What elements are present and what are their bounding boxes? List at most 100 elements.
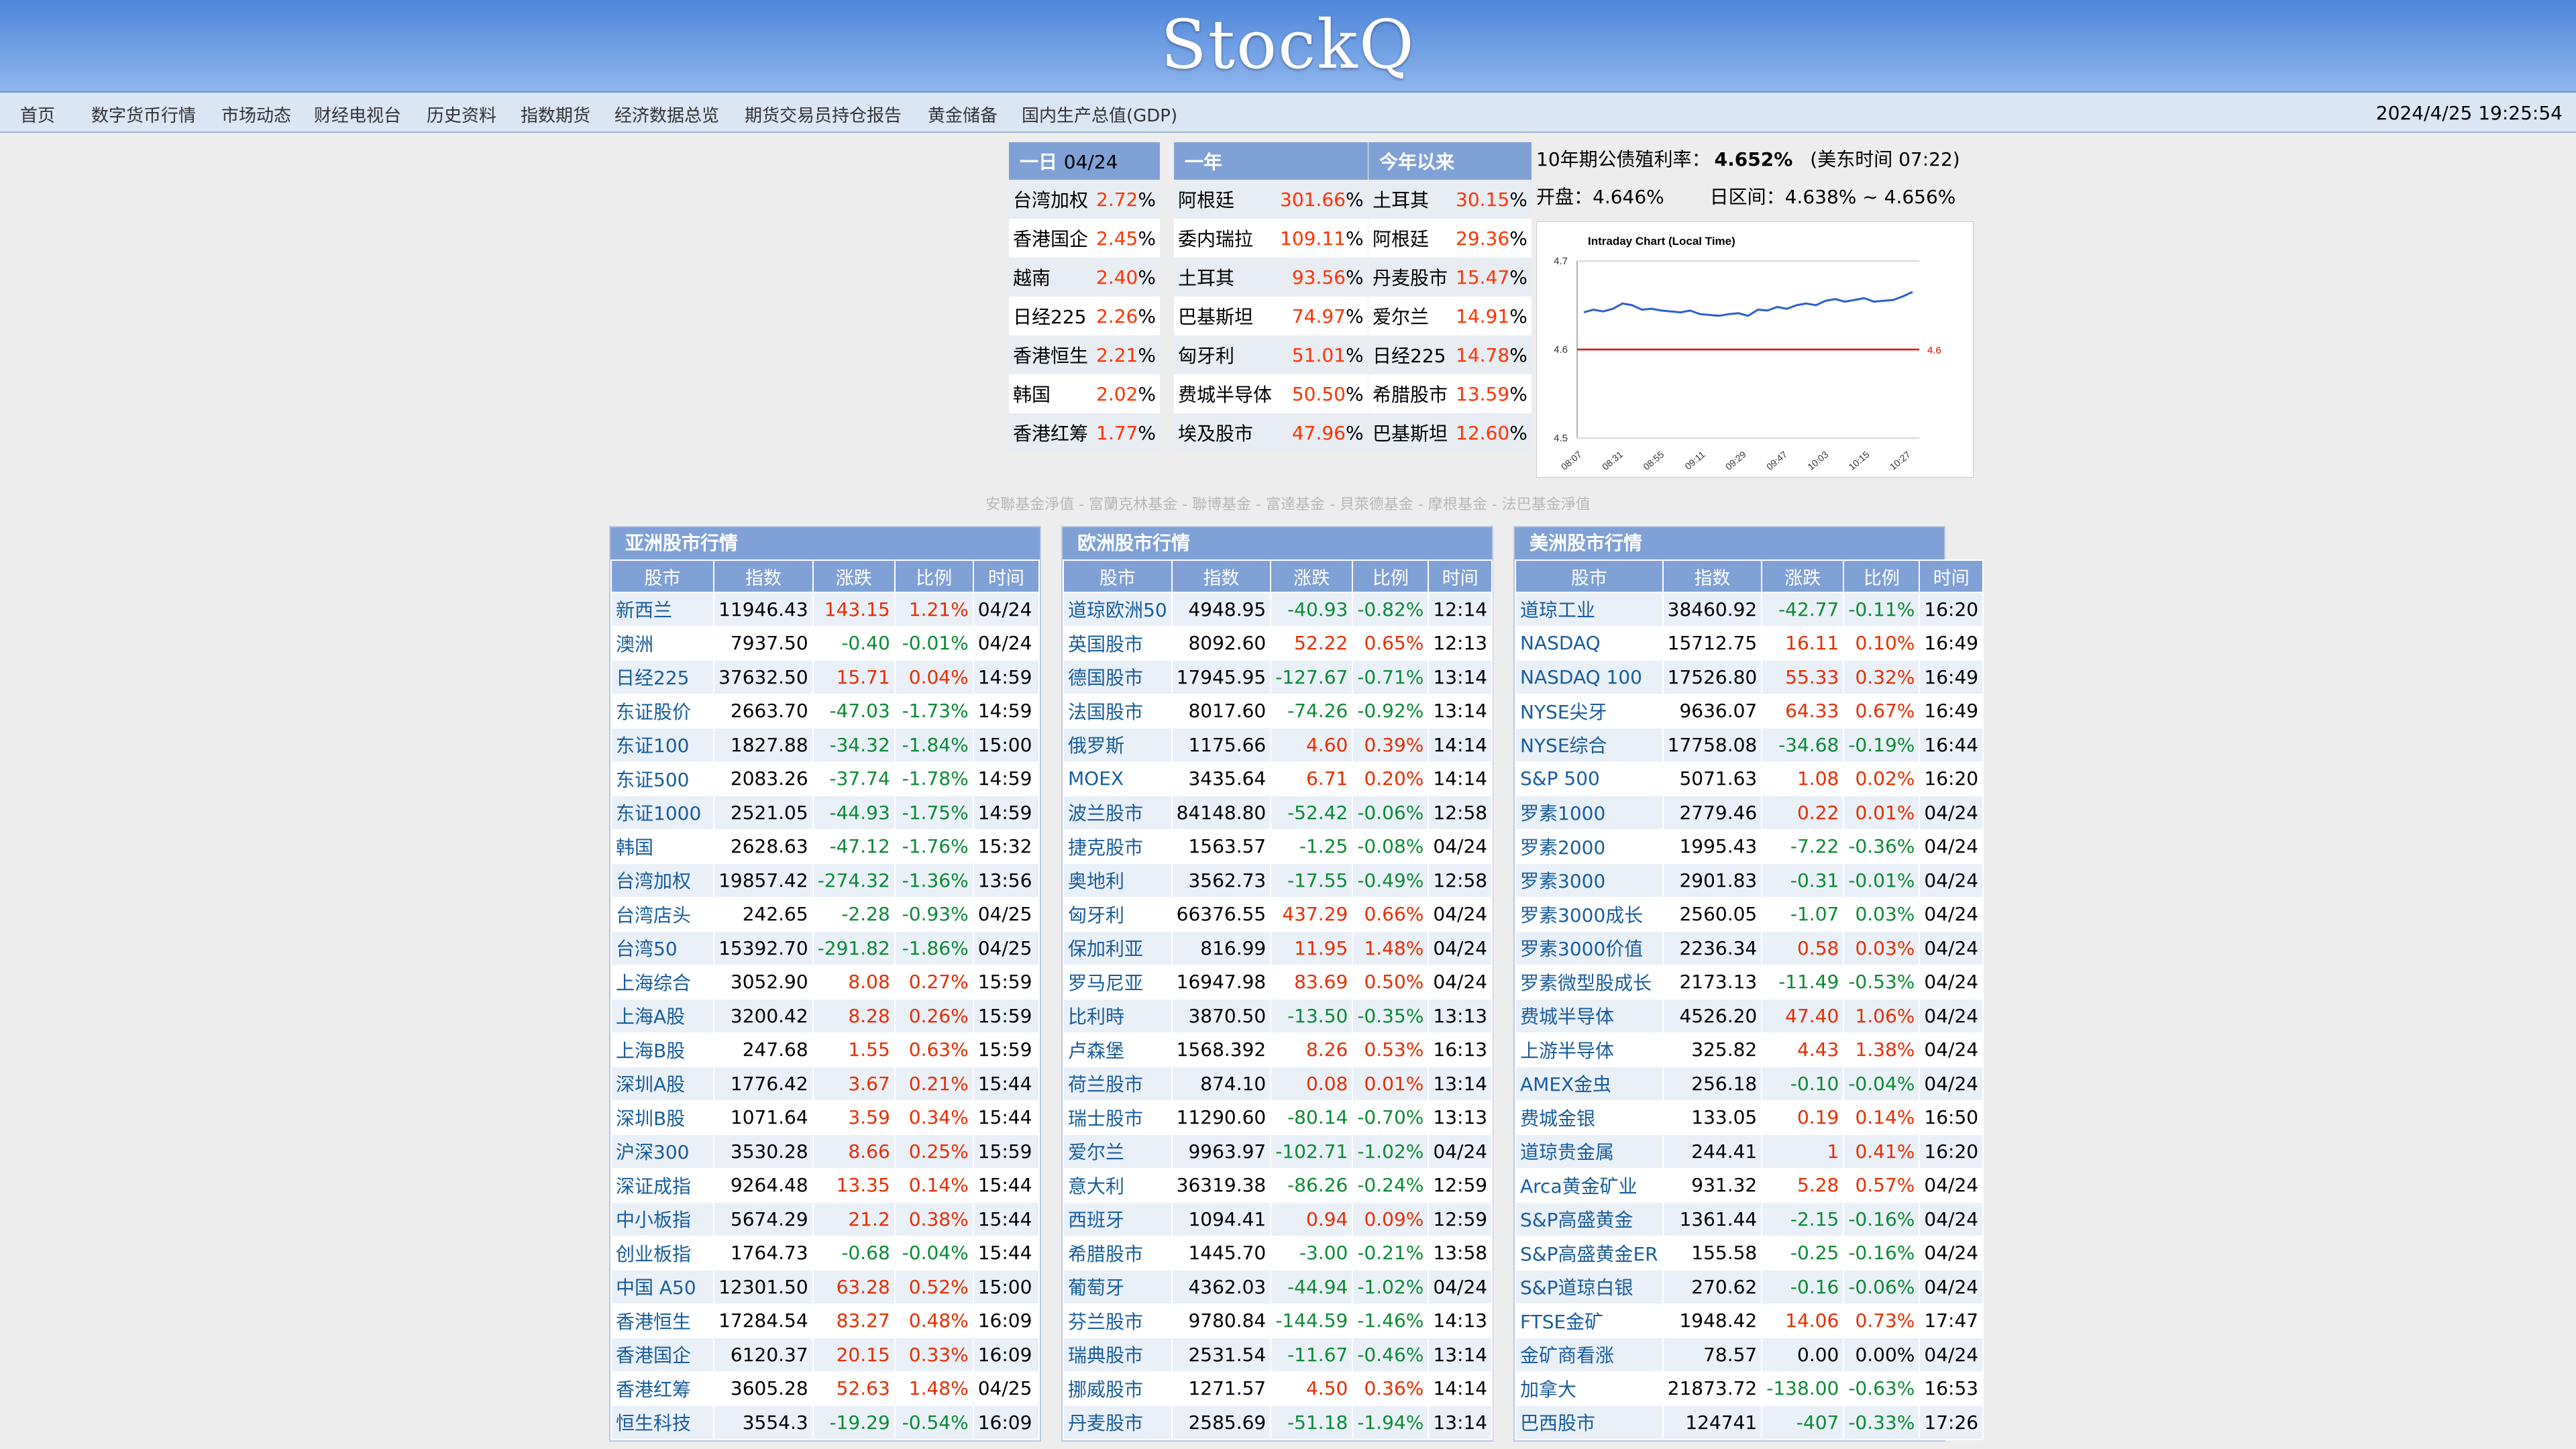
market-name[interactable]: 奥地利 bbox=[1063, 863, 1173, 898]
top-market-name[interactable]: 土耳其 bbox=[1368, 180, 1452, 219]
market-name[interactable]: 罗素1000 bbox=[1515, 795, 1664, 830]
top-ytd-header[interactable]: 今年以来 bbox=[1368, 142, 1532, 180]
table-row[interactable]: 葡萄牙 4362.03 -44.94 -1.02% 04/24 bbox=[1063, 1269, 1493, 1305]
market-name[interactable]: 上游半导体 bbox=[1515, 1032, 1664, 1067]
table-row[interactable]: 恒生科技 3554.3 -19.29 -0.54% 16:09 bbox=[610, 1405, 1040, 1440]
intraday-chart[interactable]: Intraday Chart (Local Time) 4.5 4.6 4.7 4.6 0… bbox=[1536, 221, 1974, 478]
market-name[interactable]: FTSE金矿 bbox=[1515, 1303, 1664, 1338]
table-row[interactable]: 瑞士股市 11290.60 -80.14 -0.70% 13:13 bbox=[1063, 1099, 1493, 1135]
table-row[interactable]: 罗素3000成长 2560.05 -1.07 0.03% 04/24 bbox=[1515, 896, 1984, 932]
table-row[interactable]: S&P高盛黄金ER 155.58 -0.25 -0.16% 04/24 bbox=[1515, 1235, 1984, 1271]
table-row[interactable]: 捷克股市 1563.57 -1.25 -0.08% 04/24 bbox=[1063, 828, 1493, 864]
top-market-name[interactable]: 日经225 bbox=[1368, 335, 1452, 374]
top-market-name[interactable]: 埃及股市 bbox=[1174, 413, 1277, 452]
table-row[interactable]: 香港国企 6120.37 20.15 0.33% 16:09 bbox=[610, 1337, 1040, 1373]
market-name[interactable]: 台湾50 bbox=[610, 930, 715, 966]
top-market-name[interactable]: 爱尔兰 bbox=[1368, 297, 1452, 335]
table-row[interactable]: NYSE尖牙 9636.07 64.33 0.67% 16:49 bbox=[1515, 693, 1984, 729]
nav-item-crypto[interactable]: 数字货币行情 bbox=[91, 102, 196, 127]
table-row[interactable]: 比利時 3870.50 -13.50 -0.35% 13:13 bbox=[1063, 998, 1493, 1034]
table-row[interactable]: 深圳A股 1776.42 3.67 0.21% 15:44 bbox=[610, 1066, 1040, 1102]
top-day-row[interactable]: 香港红筹 1.77% bbox=[1009, 413, 1160, 452]
table-row[interactable]: AMEX金虫 256.18 -0.10 -0.04% 04/24 bbox=[1515, 1066, 1984, 1102]
table-row[interactable]: 德国股市 17945.95 -127.67 -0.71% 13:14 bbox=[1063, 659, 1493, 695]
top-market-name[interactable]: 巴基斯坦 bbox=[1368, 413, 1452, 452]
market-name[interactable]: 费城金银 bbox=[1515, 1099, 1664, 1135]
market-name[interactable]: 深圳B股 bbox=[610, 1099, 715, 1135]
market-name[interactable]: 瑞典股市 bbox=[1063, 1337, 1173, 1373]
market-name[interactable]: 道琼欧洲50 bbox=[1063, 592, 1173, 627]
table-row[interactable]: 芬兰股市 9780.84 -144.59 -1.46% 14:13 bbox=[1063, 1303, 1493, 1338]
top-year-row[interactable]: 匈牙利 51.01% bbox=[1174, 335, 1368, 374]
top-ytd-row[interactable]: 丹麦股市 15.47% bbox=[1368, 258, 1532, 297]
market-name[interactable]: 道琼贵金属 bbox=[1515, 1134, 1664, 1169]
top-year-row[interactable]: 土耳其 93.56% bbox=[1174, 258, 1368, 297]
market-name[interactable]: S&P 500 bbox=[1515, 761, 1664, 796]
table-row[interactable]: 罗素2000 1995.43 -7.22 -0.36% 04/24 bbox=[1515, 828, 1984, 864]
top-ytd-row[interactable]: 阿根廷 29.36% bbox=[1368, 219, 1532, 258]
market-name[interactable]: 罗素3000成长 bbox=[1515, 896, 1664, 932]
table-row[interactable]: 丹麦股市 2585.69 -51.18 -1.94% 13:14 bbox=[1063, 1405, 1493, 1440]
table-row[interactable]: 费城金银 133.05 0.19 0.14% 16:50 bbox=[1515, 1099, 1984, 1135]
table-row[interactable]: 日经225 37632.50 15.71 0.04% 14:59 bbox=[610, 659, 1040, 695]
table-row[interactable]: S&P道琼白银 270.62 -0.16 -0.06% 04/24 bbox=[1515, 1269, 1984, 1305]
table-row[interactable]: 奥地利 3562.73 -17.55 -0.49% 12:58 bbox=[1063, 863, 1493, 898]
table-row[interactable]: 保加利亚 816.99 11.95 1.48% 04/24 bbox=[1063, 930, 1493, 966]
table-row[interactable]: 深证成指 9264.48 13.35 0.14% 15:44 bbox=[610, 1167, 1040, 1203]
table-row[interactable]: 东证100 1827.88 -34.32 -1.84% 15:00 bbox=[610, 727, 1040, 763]
market-name[interactable]: S&P道琼白银 bbox=[1515, 1269, 1664, 1305]
market-name[interactable]: 香港国企 bbox=[610, 1337, 715, 1373]
market-name[interactable]: 罗素微型股成长 bbox=[1515, 964, 1664, 1000]
table-row[interactable]: 上海A股 3200.42 8.28 0.26% 15:59 bbox=[610, 998, 1040, 1034]
table-row[interactable]: 台湾50 15392.70 -291.82 -1.86% 04/25 bbox=[610, 930, 1040, 966]
nav-item-gdp[interactable]: 国内生产总值(GDP) bbox=[1022, 102, 1177, 127]
table-row[interactable]: 韩国 2628.63 -47.12 -1.76% 15:32 bbox=[610, 828, 1040, 864]
top-year-header[interactable]: 一年 bbox=[1174, 142, 1368, 180]
top-ytd-row[interactable]: 日经225 14.78% bbox=[1368, 335, 1532, 374]
market-name[interactable]: 卢森堡 bbox=[1063, 1032, 1173, 1067]
table-row[interactable]: 意大利 36319.38 -86.26 -0.24% 12:59 bbox=[1063, 1167, 1493, 1203]
table-row[interactable]: 法国股市 8017.60 -74.26 -0.92% 13:14 bbox=[1063, 693, 1493, 729]
table-row[interactable]: 上海综合 3052.90 8.08 0.27% 15:59 bbox=[610, 964, 1040, 1000]
market-name[interactable]: 爱尔兰 bbox=[1063, 1134, 1173, 1169]
market-name[interactable]: 恒生科技 bbox=[610, 1405, 715, 1440]
top-market-name[interactable]: 匈牙利 bbox=[1174, 335, 1277, 374]
market-name[interactable]: 德国股市 bbox=[1063, 659, 1173, 695]
table-row[interactable]: 道琼工业 38460.92 -42.77 -0.11% 16:20 bbox=[1515, 592, 1984, 627]
market-name[interactable]: 中国 A50 bbox=[610, 1269, 715, 1305]
market-name[interactable]: 澳洲 bbox=[610, 625, 715, 661]
nav-item-home[interactable]: 首页 bbox=[20, 102, 55, 127]
table-row[interactable]: 上海B股 247.68 1.55 0.63% 15:59 bbox=[610, 1032, 1040, 1067]
market-name[interactable]: 瑞士股市 bbox=[1063, 1099, 1173, 1135]
market-name[interactable]: 捷克股市 bbox=[1063, 828, 1173, 864]
table-row[interactable]: 道琼欧洲50 4948.95 -40.93 -0.82% 12:14 bbox=[1063, 592, 1493, 627]
table-row[interactable]: 罗素微型股成长 2173.13 -11.49 -0.53% 04/24 bbox=[1515, 964, 1984, 1000]
top-market-name[interactable]: 香港恒生 bbox=[1009, 335, 1093, 374]
table-row[interactable]: MOEX 3435.64 6.71 0.20% 14:14 bbox=[1063, 761, 1493, 796]
nav-item-economic-data[interactable]: 经济数据总览 bbox=[614, 102, 719, 127]
top-day-header[interactable]: 一日 04/24 bbox=[1009, 142, 1160, 180]
market-name[interactable]: 新西兰 bbox=[610, 592, 715, 627]
table-row[interactable]: S&P 500 5071.63 1.08 0.02% 16:20 bbox=[1515, 761, 1984, 796]
market-name[interactable]: 费城半导体 bbox=[1515, 998, 1664, 1034]
market-name[interactable]: 罗素3000 bbox=[1515, 863, 1664, 898]
nav-item-index-futures[interactable]: 指数期货 bbox=[521, 102, 590, 127]
top-day-row[interactable]: 日经225 2.26% bbox=[1009, 297, 1160, 335]
market-name[interactable]: 加拿大 bbox=[1515, 1371, 1664, 1406]
table-row[interactable]: 中国 A50 12301.50 63.28 0.52% 15:00 bbox=[610, 1269, 1040, 1305]
market-name[interactable]: Arca黄金矿业 bbox=[1515, 1167, 1664, 1203]
top-year-row[interactable]: 埃及股市 47.96% bbox=[1174, 413, 1368, 452]
market-name[interactable]: 法国股市 bbox=[1063, 693, 1173, 729]
market-name[interactable]: 罗素3000价值 bbox=[1515, 930, 1664, 966]
table-row[interactable]: 罗素1000 2779.46 0.22 0.01% 04/24 bbox=[1515, 795, 1984, 830]
nav-item-cot-report[interactable]: 期货交易员持仓报告 bbox=[745, 102, 902, 127]
table-row[interactable]: 瑞典股市 2531.54 -11.67 -0.46% 13:14 bbox=[1063, 1337, 1493, 1373]
table-row[interactable]: Arca黄金矿业 931.32 5.28 0.57% 04/24 bbox=[1515, 1167, 1984, 1203]
market-name[interactable]: NASDAQ 100 bbox=[1515, 659, 1664, 695]
top-market-name[interactable]: 香港红筹 bbox=[1009, 413, 1093, 452]
top-ytd-row[interactable]: 希腊股市 13.59% bbox=[1368, 374, 1532, 413]
top-market-name[interactable]: 台湾加权 bbox=[1009, 180, 1093, 219]
table-row[interactable]: FTSE金矿 1948.42 14.06 0.73% 17:47 bbox=[1515, 1303, 1984, 1338]
table-row[interactable]: 卢森堡 1568.392 8.26 0.53% 16:13 bbox=[1063, 1032, 1493, 1067]
table-row[interactable]: 中小板指 5674.29 21.2 0.38% 15:44 bbox=[610, 1201, 1040, 1237]
